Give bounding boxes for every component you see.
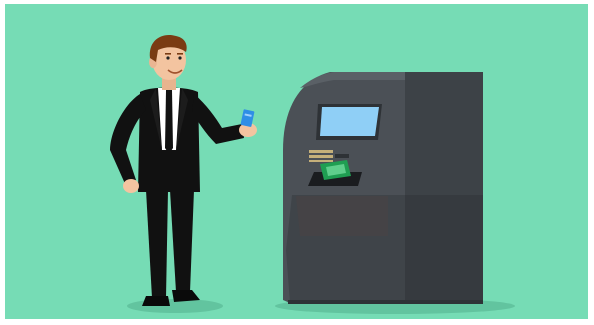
right-eyebrow (177, 53, 183, 55)
left-hand (123, 179, 139, 193)
left-shoe (142, 296, 170, 306)
atm-card-slot (335, 154, 349, 158)
atm-side-lower (405, 195, 483, 303)
right-eye (178, 56, 182, 60)
atm-scene (0, 0, 594, 325)
atm-keypad-row-1 (309, 150, 333, 153)
atm-screen (320, 107, 379, 136)
left-eyebrow (165, 53, 171, 55)
illustration (0, 0, 594, 325)
tie (165, 90, 173, 154)
atm-keypad-row-2 (309, 155, 333, 158)
atm-shade-band (296, 196, 388, 236)
atm-machine (283, 72, 483, 304)
atm-base (288, 300, 483, 304)
atm-keypad-row-3 (309, 160, 333, 162)
left-eye (166, 56, 170, 60)
